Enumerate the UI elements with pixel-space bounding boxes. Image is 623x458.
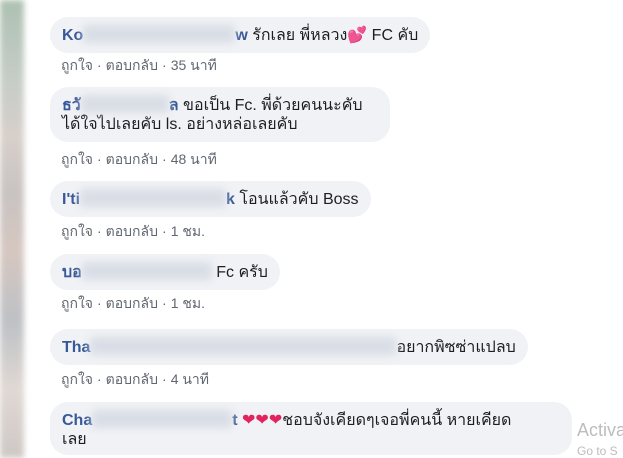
author-name-start[interactable]: Tha (62, 339, 90, 356)
comment: ธวั ล ขอเป็น Fc. พี่ด้วยคนนะคับ ได้ใจไปเล… (50, 87, 390, 142)
separator: · (162, 295, 167, 311)
like-link[interactable]: ถูกใจ (61, 223, 93, 239)
comment-time[interactable]: 4 นาที (171, 371, 209, 387)
comment-bubble: ธวั ล ขอเป็น Fc. พี่ด้วยคนนะคับ ได้ใจไปเล… (50, 87, 390, 142)
reply-link[interactable]: ตอบกลับ (106, 223, 158, 239)
comment-text: รักเลย พี่หลวง💕 FC คับ (252, 27, 419, 44)
comment-author[interactable]: Cha t (62, 410, 238, 429)
comment-time[interactable]: 1 ชม. (171, 223, 205, 239)
avatar-column (0, 0, 24, 458)
comment-actions: ถูกใจ · ตอบกลับ · 48 นาที (61, 149, 217, 171)
separator: · (97, 57, 102, 73)
like-link[interactable]: ถูกใจ (61, 295, 93, 311)
separator: · (97, 151, 102, 167)
comment-time[interactable]: 1 ชม. (171, 295, 205, 311)
author-name-start[interactable]: Ko (62, 27, 83, 44)
comment-author[interactable]: Ko w (62, 25, 248, 44)
redacted-name (83, 25, 236, 43)
reply-link[interactable]: ตอบกลับ (106, 151, 158, 167)
comment-text: โอนแล้วคับ Boss (239, 191, 359, 208)
comment-actions: ถูกใจ · ตอบกลับ · 1 ชม. (61, 293, 205, 315)
like-link[interactable]: ถูกใจ (61, 151, 93, 167)
separator: · (162, 57, 167, 73)
author-name-start[interactable]: Cha (62, 412, 92, 429)
comment: Cha t ❤❤❤ชอบจังเคียดๆเจอพี่คนนี้ หายเคียด… (50, 402, 572, 455)
comment-text: Fc ครับ (216, 264, 268, 281)
redacted-name (90, 337, 397, 355)
separator: · (162, 223, 167, 239)
author-name-end[interactable]: k (226, 191, 235, 208)
comment-author[interactable]: I'ti k (62, 189, 235, 208)
activation-watermark: Activa (577, 420, 623, 440)
comment-author[interactable]: Tha (62, 337, 397, 356)
comment-time[interactable]: 35 นาที (171, 57, 217, 73)
heart-emoji: ❤❤❤ (242, 412, 283, 429)
redacted-name (81, 262, 212, 280)
comment-author[interactable]: บอ (62, 262, 212, 281)
author-name-end[interactable]: t (232, 412, 237, 429)
comment-text: อยากพิซซ่าแปลบ (396, 339, 516, 356)
separator: · (97, 371, 102, 387)
author-name-end[interactable]: w (235, 27, 247, 44)
comment-actions: ถูกใจ · ตอบกลับ · 1 ชม. (61, 221, 205, 243)
redacted-name (80, 189, 227, 207)
comment: Ko w รักเลย พี่หลวง💕 FC คับ (50, 17, 431, 53)
comment-bubble: Ko w รักเลย พี่หลวง💕 FC คับ (50, 17, 431, 53)
separator: · (97, 295, 102, 311)
reply-link[interactable]: ตอบกลับ (106, 295, 158, 311)
reply-link[interactable]: ตอบกลับ (106, 57, 158, 73)
comment-bubble: Tha อยากพิซซ่าแปลบ (50, 329, 528, 365)
comment-actions: ถูกใจ · ตอบกลับ · 4 นาที (61, 369, 209, 391)
comment-bubble: บอ Fc ครับ (50, 254, 280, 290)
comment-text-line2: ได้ใจไปเลยคับ ls. อย่างหล่อเลยคับ (62, 116, 298, 133)
comment-text-line1: ชอบจังเคียดๆเจอพี่คนนี้ หายเคียด (282, 412, 512, 429)
like-link[interactable]: ถูกใจ (61, 57, 93, 73)
comment-bubble: I'ti k โอนแล้วคับ Boss (50, 181, 371, 217)
author-name-end[interactable]: ล (169, 97, 179, 114)
author-name-start[interactable]: ธวั (62, 97, 81, 114)
redacted-name (80, 95, 169, 113)
separator: · (97, 223, 102, 239)
author-name-start[interactable]: บอ (62, 264, 82, 281)
comment-actions: ถูกใจ · ตอบกลับ · 35 นาที (61, 55, 217, 77)
separator: · (162, 371, 167, 387)
reply-link[interactable]: ตอบกลับ (106, 371, 158, 387)
comment: I'ti k โอนแล้วคับ Boss (50, 181, 371, 217)
redacted-name (92, 410, 233, 428)
separator: · (162, 151, 167, 167)
comment-bubble: Cha t ❤❤❤ชอบจังเคียดๆเจอพี่คนนี้ หายเคียด… (50, 402, 572, 455)
comment-text-line2: เลย (62, 431, 87, 448)
comment-time[interactable]: 48 นาที (171, 151, 217, 167)
comment: บอ Fc ครับ (50, 254, 280, 290)
like-link[interactable]: ถูกใจ (61, 371, 93, 387)
comment-text-line1: ขอเป็น Fc. พี่ด้วยคนนะคับ (183, 97, 363, 114)
activation-watermark-sub: Go to S (577, 444, 618, 458)
author-name-start[interactable]: I'ti (62, 191, 80, 208)
comment: Tha อยากพิซซ่าแปลบ (50, 329, 528, 365)
comment-author[interactable]: ธวั ล (62, 95, 179, 114)
